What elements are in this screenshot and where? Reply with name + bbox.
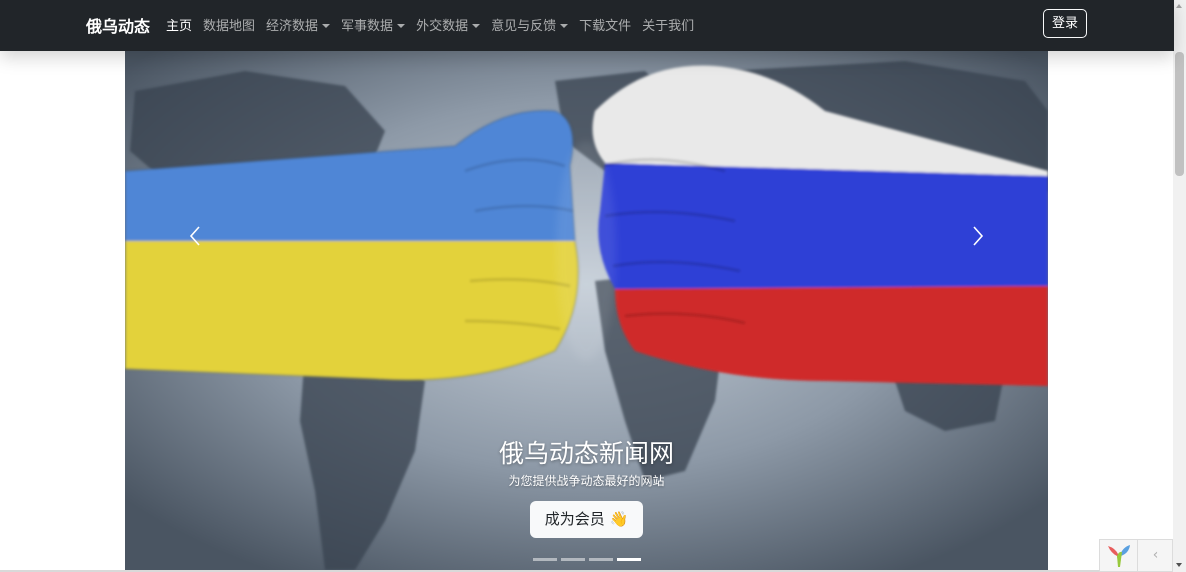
carousel-indicator-1[interactable] (533, 558, 557, 561)
nav-item-label: 经济数据 (266, 19, 319, 34)
nav-item-8[interactable]: 关于我们 (642, 15, 694, 34)
nav-item-7[interactable]: 下载文件 (579, 15, 631, 34)
yii-logo-icon[interactable] (1105, 543, 1133, 569)
nav-item-label: 军事数据 (341, 19, 394, 34)
caret-down-icon (472, 24, 481, 28)
fists-flags-image (125, 51, 1048, 570)
scroll-thumb[interactable] (1175, 52, 1184, 176)
caret-down-icon (560, 24, 569, 28)
scroll-up-icon[interactable] (1176, 4, 1182, 8)
nav-item-5[interactable]: 外交数据 (416, 15, 481, 34)
hero-carousel: 俄乌动态新闻网 为您提供战争动态最好的网站 成为会员 👋 (125, 51, 1048, 570)
waving-hand-icon: 👋 (609, 510, 629, 528)
login-button[interactable]: 登录 (1043, 9, 1087, 38)
nav-item-2[interactable]: 数据地图 (203, 15, 255, 34)
caret-down-icon (322, 24, 331, 28)
nav-item-6[interactable]: 意见与反馈 (491, 15, 569, 34)
top-navbar: 俄乌动态 主页 数据地图 经济数据 军事数据 外交数据 意见与反馈 下载文件 关于我们 登录 (0, 0, 1174, 51)
nav-menu: 主页 数据地图 经济数据 军事数据 外交数据 意见与反馈 下载文件 关于我们 (166, 15, 694, 34)
scroll-down-icon[interactable] (1176, 563, 1182, 567)
debug-collapse-toggle[interactable]: ‹ (1137, 540, 1173, 571)
chevron-left-icon (189, 226, 200, 246)
caret-down-icon (397, 24, 406, 28)
nav-item-label: 数据地图 (203, 19, 256, 34)
carousel-indicator-2[interactable] (561, 558, 585, 561)
member-button-label: 成为会员 (544, 510, 605, 528)
nav-item-label: 关于我们 (642, 19, 695, 34)
nav-item-label: 主页 (166, 19, 193, 34)
debug-toolbar: ‹ (1099, 539, 1173, 572)
carousel-indicators (533, 558, 641, 561)
nav-item-3[interactable]: 经济数据 (266, 15, 331, 34)
vertical-scrollbar[interactable] (1173, 0, 1186, 572)
carousel-indicator-4[interactable] (617, 558, 641, 561)
become-member-button[interactable]: 成为会员 👋 (530, 501, 643, 538)
nav-item-4[interactable]: 军事数据 (341, 15, 406, 34)
nav-item-label: 下载文件 (579, 19, 632, 34)
nav-item-label: 外交数据 (416, 19, 469, 34)
carousel-indicator-3[interactable] (589, 558, 613, 561)
nav-item-label: 意见与反馈 (491, 19, 557, 34)
carousel-title: 俄乌动态新闻网 (498, 439, 674, 468)
carousel-next-button[interactable] (958, 221, 998, 251)
chevron-right-icon (973, 226, 984, 246)
carousel-subtitle: 为您提供战争动态最好的网站 (508, 474, 665, 488)
nav-item-1[interactable]: 主页 (166, 15, 192, 34)
carousel-prev-button[interactable] (175, 221, 215, 251)
navbar-brand[interactable]: 俄乌动态 (86, 13, 150, 37)
